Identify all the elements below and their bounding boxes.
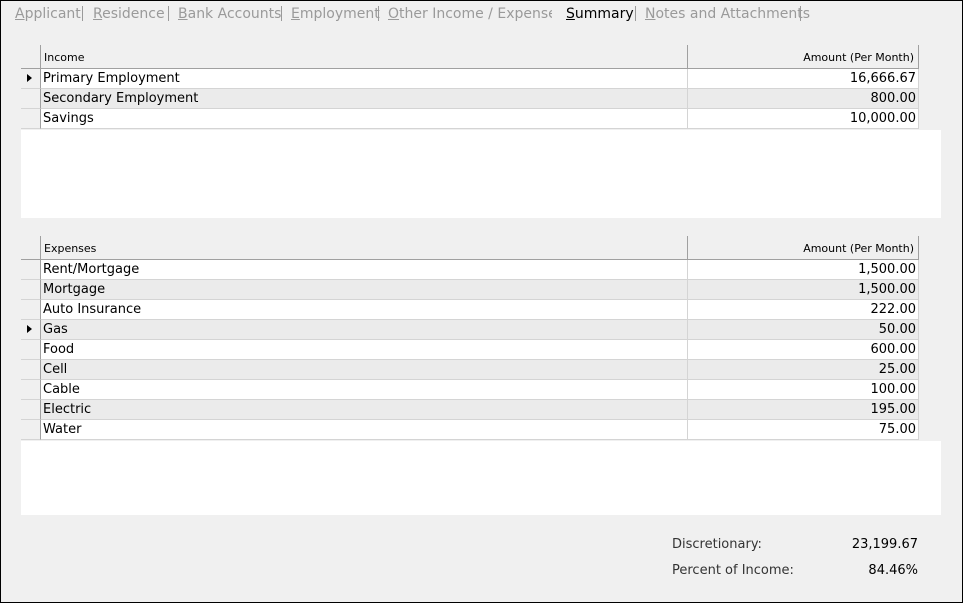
tab-bank-accounts[interactable]: Bank Accounts: [164, 6, 281, 24]
tab-bank-accounts-label: ank Accounts: [187, 6, 282, 22]
table-row[interactable]: Mortgage 1,500.00: [21, 280, 919, 300]
tab-notes-and-attachments[interactable]: Notes and Attachments: [631, 6, 810, 24]
name-cell[interactable]: Gas: [41, 320, 688, 340]
amount-cell[interactable]: 100.00: [688, 380, 919, 400]
row-selector[interactable]: [21, 260, 41, 280]
name-cell[interactable]: Cell: [41, 360, 688, 380]
tab-applicant-mnemonic: A: [15, 6, 25, 22]
current-row-arrow-icon: [27, 74, 32, 82]
tab-summary[interactable]: Summary: [552, 6, 634, 24]
table-row[interactable]: Auto Insurance 222.00: [21, 300, 919, 320]
income-column-header[interactable]: Income: [41, 45, 688, 69]
expenses-grid-empty-area: [21, 441, 941, 515]
row-selector[interactable]: [21, 360, 41, 380]
name-cell[interactable]: Water: [41, 420, 688, 440]
table-row[interactable]: Electric 195.00: [21, 400, 919, 420]
row-selector[interactable]: [21, 300, 41, 320]
name-cell[interactable]: Savings: [41, 109, 688, 129]
tab-summary-mnemonic: S: [566, 6, 575, 22]
amount-cell[interactable]: 1,500.00: [688, 260, 919, 280]
name-cell[interactable]: Primary Employment: [41, 69, 688, 89]
name-cell[interactable]: Mortgage: [41, 280, 688, 300]
row-selector[interactable]: [21, 109, 41, 129]
table-row[interactable]: Cable 100.00: [21, 380, 919, 400]
table-row[interactable]: Rent/Mortgage 1,500.00: [21, 260, 919, 280]
table-row[interactable]: Food 600.00: [21, 340, 919, 360]
row-selector[interactable]: [21, 340, 41, 360]
row-selector[interactable]: [21, 400, 41, 420]
amount-cell[interactable]: 75.00: [688, 420, 919, 440]
name-cell[interactable]: Food: [41, 340, 688, 360]
tab-notes-label: otes and Attachments: [655, 6, 811, 22]
name-cell[interactable]: Electric: [41, 400, 688, 420]
tab-summary-label: ummary: [574, 6, 634, 22]
current-row-arrow-icon: [27, 325, 32, 333]
tab-applicant-label: pplicant: [24, 6, 81, 22]
expense-rows: Rent/Mortgage 1,500.00 Mortgage 1,500.00 Aut…: [21, 260, 919, 440]
tab-bank-accounts-mnemonic: B: [178, 6, 188, 22]
table-row[interactable]: Water 75.00: [21, 420, 919, 440]
table-row[interactable]: Gas 50.00: [21, 320, 919, 340]
row-selector[interactable]: [21, 420, 41, 440]
row-selector[interactable]: [21, 69, 41, 89]
amount-cell[interactable]: 10,000.00: [688, 109, 919, 129]
expenses-grid[interactable]: Expenses Amount (Per Month) Rent/Mortgag…: [21, 236, 941, 515]
amount-cell[interactable]: 50.00: [688, 320, 919, 340]
grid-corner: [21, 45, 41, 69]
name-cell[interactable]: Rent/Mortgage: [41, 260, 688, 280]
name-cell[interactable]: Auto Insurance: [41, 300, 688, 320]
tab-residence-mnemonic: R: [93, 6, 103, 22]
tab-notes-mnemonic: N: [645, 6, 656, 22]
tab-other-income-label: ther Income / Expenses: [399, 6, 565, 22]
row-selector[interactable]: [21, 280, 41, 300]
amount-cell[interactable]: 222.00: [688, 300, 919, 320]
amount-cell[interactable]: 25.00: [688, 360, 919, 380]
name-cell[interactable]: Secondary Employment: [41, 89, 688, 109]
amount-column-header[interactable]: Amount (Per Month): [688, 45, 919, 69]
amount-cell[interactable]: 600.00: [688, 340, 919, 360]
discretionary-value: 23,199.67: [851, 537, 918, 552]
row-selector[interactable]: [21, 380, 41, 400]
tab-other-income-expenses[interactable]: Other Income / Expenses: [374, 6, 564, 24]
grid-corner: [21, 236, 41, 260]
tab-employment-mnemonic: E: [291, 6, 300, 22]
tab-applicant[interactable]: Applicant: [1, 6, 81, 24]
income-rows: Primary Employment 16,666.67 Secondary Emp…: [21, 69, 919, 129]
income-grid-empty-area: [21, 130, 941, 218]
expenses-column-header[interactable]: Expenses: [41, 236, 688, 260]
tab-employment-label: mployment: [299, 6, 380, 22]
income-grid-header: Income Amount (Per Month): [21, 45, 919, 69]
table-row[interactable]: Cell 25.00: [21, 360, 919, 380]
table-row[interactable]: Secondary Employment 800.00: [21, 89, 919, 109]
row-selector[interactable]: [21, 89, 41, 109]
amount-cell[interactable]: 800.00: [688, 89, 919, 109]
tab-other-income-mnemonic: O: [388, 6, 400, 22]
tab-residence-label: esidence: [102, 6, 165, 22]
table-row[interactable]: Primary Employment 16,666.67: [21, 69, 919, 89]
percent-of-income-value: 84.46%: [868, 563, 918, 578]
tab-employment[interactable]: Employment: [277, 6, 380, 24]
income-grid[interactable]: Income Amount (Per Month) Primary Employ…: [21, 45, 941, 218]
tab-separator: [800, 6, 801, 21]
name-cell[interactable]: Cable: [41, 380, 688, 400]
amount-cell[interactable]: 1,500.00: [688, 280, 919, 300]
amount-cell[interactable]: 195.00: [688, 400, 919, 420]
discretionary-label: Discretionary:: [672, 537, 762, 552]
expenses-grid-header: Expenses Amount (Per Month): [21, 236, 919, 260]
amount-column-header[interactable]: Amount (Per Month): [688, 236, 919, 260]
row-selector[interactable]: [21, 320, 41, 340]
tab-bar: Applicant Residence Bank Accounts Employ…: [1, 1, 962, 24]
table-row[interactable]: Savings 10,000.00: [21, 109, 919, 129]
percent-of-income-label: Percent of Income:: [672, 563, 794, 578]
amount-cell[interactable]: 16,666.67: [688, 69, 919, 89]
tab-residence[interactable]: Residence: [79, 6, 165, 24]
